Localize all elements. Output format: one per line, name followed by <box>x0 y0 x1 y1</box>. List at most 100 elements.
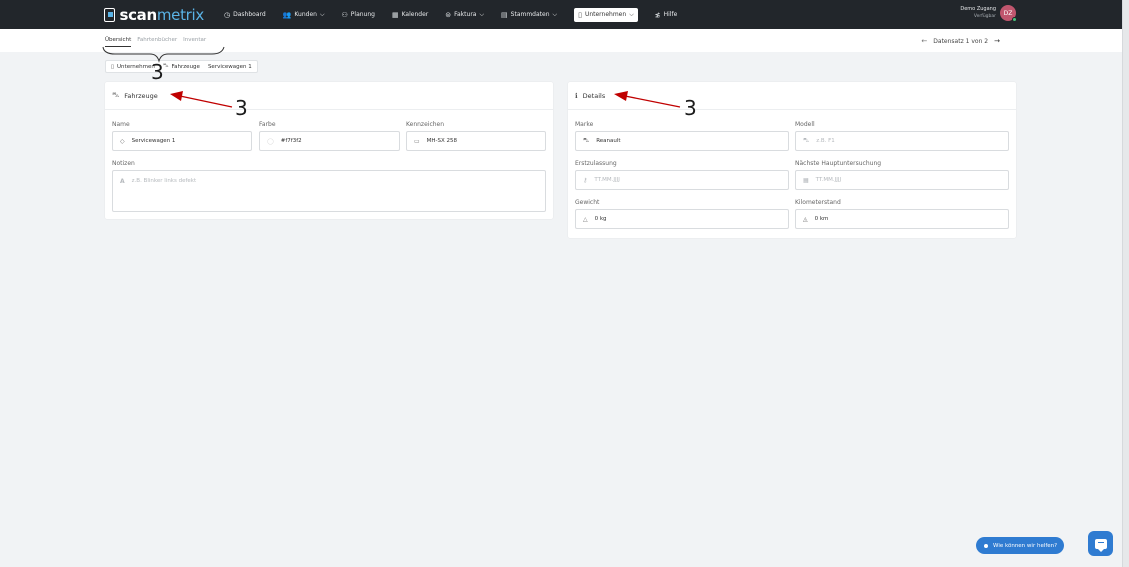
color-field[interactable]: ◯ #f7f3f2 <box>259 131 400 151</box>
color-swatch-icon: ◯ <box>267 137 274 145</box>
car-icon: ⛍ <box>583 137 590 144</box>
weight-label: Gewicht <box>575 199 600 206</box>
nav-hilfe-label: Hilfe <box>663 11 678 18</box>
chat-bubble-icon <box>1094 538 1107 552</box>
status-dot <box>984 543 988 548</box>
car-icon: ⛍ <box>112 91 120 99</box>
planning-icon: ⚇ <box>341 10 348 19</box>
nav-dashboard[interactable]: ◷ Dashboard <box>224 11 266 19</box>
logo-text-metrix: metrix <box>156 5 204 24</box>
nav-hilfe[interactable]: ≴ Hilfe <box>655 11 678 19</box>
chevron-down-icon: ⌵ <box>629 10 634 18</box>
chat-launcher-button[interactable] <box>1088 531 1113 556</box>
annotation-number-vehicle: 3 <box>235 96 248 120</box>
tab-fahrtenbuecher[interactable]: Fahrtenbücher <box>137 37 177 47</box>
logo[interactable]: scanmetrix <box>104 6 204 24</box>
brand-label: Marke <box>575 121 594 128</box>
invoice-icon: ⊜ <box>445 10 452 19</box>
breadcrumb-item-unternehmen[interactable]: ▯ Unternehmen <box>111 64 155 70</box>
key-icon: ⚷ <box>583 176 588 184</box>
chevron-down-icon: ⌵ <box>319 10 325 18</box>
nav-kalender-label: Kalender <box>401 11 429 18</box>
nav-dashboard-label: Dashboard <box>233 11 266 18</box>
nav-planung-label: Planung <box>350 11 375 18</box>
model-field[interactable]: ⛍ z.B. F1 <box>795 131 1009 151</box>
nav-kunden-label: Kunden <box>294 11 317 18</box>
record-navigation: ← Datensatz 1 von 2 → <box>915 37 1006 45</box>
registration-label: Erstzulassung <box>575 160 617 167</box>
top-navbar: scanmetrix ◷ Dashboard 👥 Kunden ⌵ ⚇ Planung … <box>0 0 1122 29</box>
logo-text-scan: scan <box>119 5 157 24</box>
mileage-field[interactable]: ◬ 0 km <box>795 209 1009 229</box>
notes-label: Notizen <box>112 160 135 167</box>
notes-textarea[interactable]: Az.B. Blinker links defekt <box>112 170 546 212</box>
chevron-down-icon: ⌵ <box>552 10 558 18</box>
tag-icon: ◇ <box>120 137 125 145</box>
record-counter: Datensatz 1 von 2 <box>933 37 989 45</box>
annotation-number-details: 3 <box>684 96 697 120</box>
weight-field[interactable]: △ 0 kg <box>575 209 789 229</box>
arrow-left-icon[interactable]: ← <box>921 37 927 45</box>
building-icon: ▯ <box>578 10 582 19</box>
breadcrumb-item-servicewagen: Servicewagen 1 <box>207 63 252 70</box>
tab-inventar[interactable]: Inventar <box>183 37 206 47</box>
dashboard-icon: ◷ <box>224 10 231 19</box>
name-field[interactable]: ◇ Servicewagen 1 <box>112 131 252 151</box>
user-status: Verfügbar <box>973 14 996 19</box>
calendar-icon: ▦ <box>803 176 809 184</box>
annotation-number-tabs: 3 <box>151 60 164 84</box>
vehicle-card: ⛍ Fahrzeuge Name ◇ Servicewagen 1 Farbe ◯ #… <box>105 82 553 219</box>
breadcrumb: ▯ Unternehmen ⛍ Fahrzeuge Servicewagen 1 <box>105 60 258 73</box>
breadcrumb-item-fahrzeuge[interactable]: ⛍ Fahrzeuge <box>163 63 200 70</box>
users-icon: 👥 <box>282 10 292 19</box>
color-label: Farbe <box>259 121 276 128</box>
car-icon: ⛍ <box>803 137 810 144</box>
tab-uebersicht[interactable]: Übersicht <box>105 37 132 47</box>
inspection-field[interactable]: ▦ TT.MM.JJJJ <box>795 170 1009 190</box>
database-icon: ▤ <box>501 10 508 19</box>
name-label: Name <box>112 121 130 128</box>
online-status-dot <box>1012 17 1017 22</box>
vehicle-card-header: ⛍ Fahrzeuge <box>105 82 553 110</box>
nav-faktura[interactable]: ⊜ Faktura ⌵ <box>445 11 484 19</box>
nav-stammdaten[interactable]: ▤ Stammdaten ⌵ <box>501 11 557 19</box>
nav-planung[interactable]: ⚇ Planung <box>342 11 375 19</box>
arrow-right-icon[interactable]: → <box>994 37 1000 45</box>
sub-header: Übersicht Fahrtenbücher Inventar ← Daten… <box>0 29 1122 52</box>
nav-kalender[interactable]: ▦ Kalender <box>392 11 428 19</box>
details-card-title: Details <box>582 91 606 100</box>
calendar-icon: ▦ <box>391 10 399 19</box>
logo-icon <box>104 7 116 22</box>
help-icon: ≴ <box>654 10 661 19</box>
license-plate-icon: ▭ <box>414 137 420 145</box>
user-menu[interactable]: Demo Zugang Verfügbar DZ <box>960 5 1017 22</box>
plate-label: Kennzeichen <box>406 121 445 128</box>
info-icon: ℹ <box>575 91 578 100</box>
mileage-label: Kilometerstand <box>795 199 841 206</box>
help-chat-button[interactable]: Wie können wir helfen? <box>976 537 1065 554</box>
chevron-down-icon: ⌵ <box>479 10 485 18</box>
nav-unternehmen-label: Unternehmen <box>584 11 627 18</box>
brand-field[interactable]: ⛍ Reanault <box>575 131 789 151</box>
user-name: Demo Zugang <box>960 6 996 12</box>
nav-stammdaten-label: Stammdaten <box>510 11 550 18</box>
plate-field[interactable]: ▭ MH-SX 258 <box>406 131 546 151</box>
nav-faktura-label: Faktura <box>454 11 477 18</box>
model-label: Modell <box>795 121 815 128</box>
inspection-label: Nächste Hauptuntersuchung <box>795 160 882 167</box>
registration-field[interactable]: ⚷ TT.MM.JJJJ <box>575 170 789 190</box>
avatar-initials: DZ <box>1003 9 1013 17</box>
building-icon: ▯ <box>111 63 115 70</box>
weight-icon: △ <box>583 215 588 223</box>
page-scrollbar[interactable] <box>1122 0 1129 567</box>
avatar[interactable]: DZ <box>1000 5 1017 22</box>
text-icon: A <box>120 178 125 185</box>
nav-unternehmen[interactable]: ▯ Unternehmen ⌵ <box>574 7 638 22</box>
help-label: Wie können wir helfen? <box>993 542 1058 549</box>
details-card: ℹ Details Marke ⛍ Reanault Modell ⛍ z.B. F1… <box>568 82 1016 238</box>
tab-bar: Übersicht Fahrtenbücher Inventar <box>105 37 212 47</box>
main-nav: ◷ Dashboard 👥 Kunden ⌵ ⚇ Planung ▦ Kalender ⊜… <box>224 7 694 22</box>
nav-kunden[interactable]: 👥 Kunden ⌵ <box>283 11 325 19</box>
details-card-header: ℹ Details <box>568 82 1016 110</box>
vehicle-card-title: Fahrzeuge <box>124 91 158 100</box>
